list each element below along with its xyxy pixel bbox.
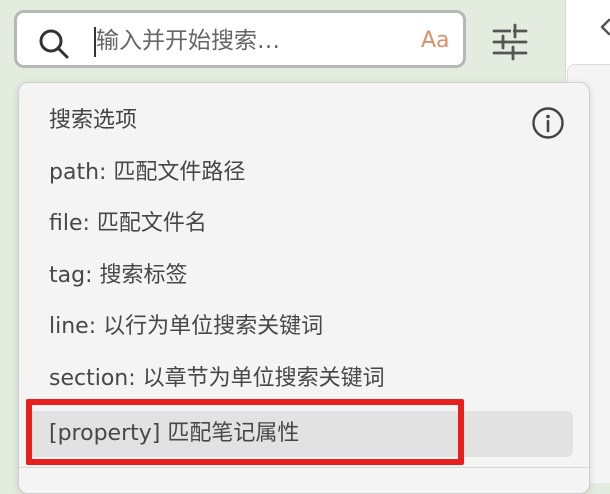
search-option-line[interactable]: line: 以行为单位搜索关键词 <box>49 307 323 347</box>
search-option-file[interactable]: file: 匹配文件名 <box>49 204 207 244</box>
search-bar: Aa <box>14 10 466 68</box>
search-icon <box>37 27 71 61</box>
chevron-left-icon[interactable] <box>600 14 610 40</box>
popover-title: 搜索选项 <box>49 108 138 133</box>
match-case-toggle[interactable]: Aa <box>421 25 461 57</box>
search-settings-button[interactable] <box>490 22 530 62</box>
search-option-path[interactable]: path: 匹配文件路径 <box>49 153 245 193</box>
search-options-popover: 搜索选项 path: 匹配文件路径 file: 匹配文件名 tag: 搜索标签 … <box>18 82 590 494</box>
search-option-property[interactable]: [property] 匹配笔记属性 <box>29 411 573 457</box>
sliders-icon <box>492 23 528 61</box>
info-icon[interactable] <box>531 106 565 140</box>
search-option-tag[interactable]: tag: 搜索标签 <box>49 256 187 296</box>
search-input[interactable] <box>96 25 406 57</box>
search-option-section[interactable]: section: 以章节为单位搜索关键词 <box>49 359 385 399</box>
popover-divider <box>19 467 589 468</box>
